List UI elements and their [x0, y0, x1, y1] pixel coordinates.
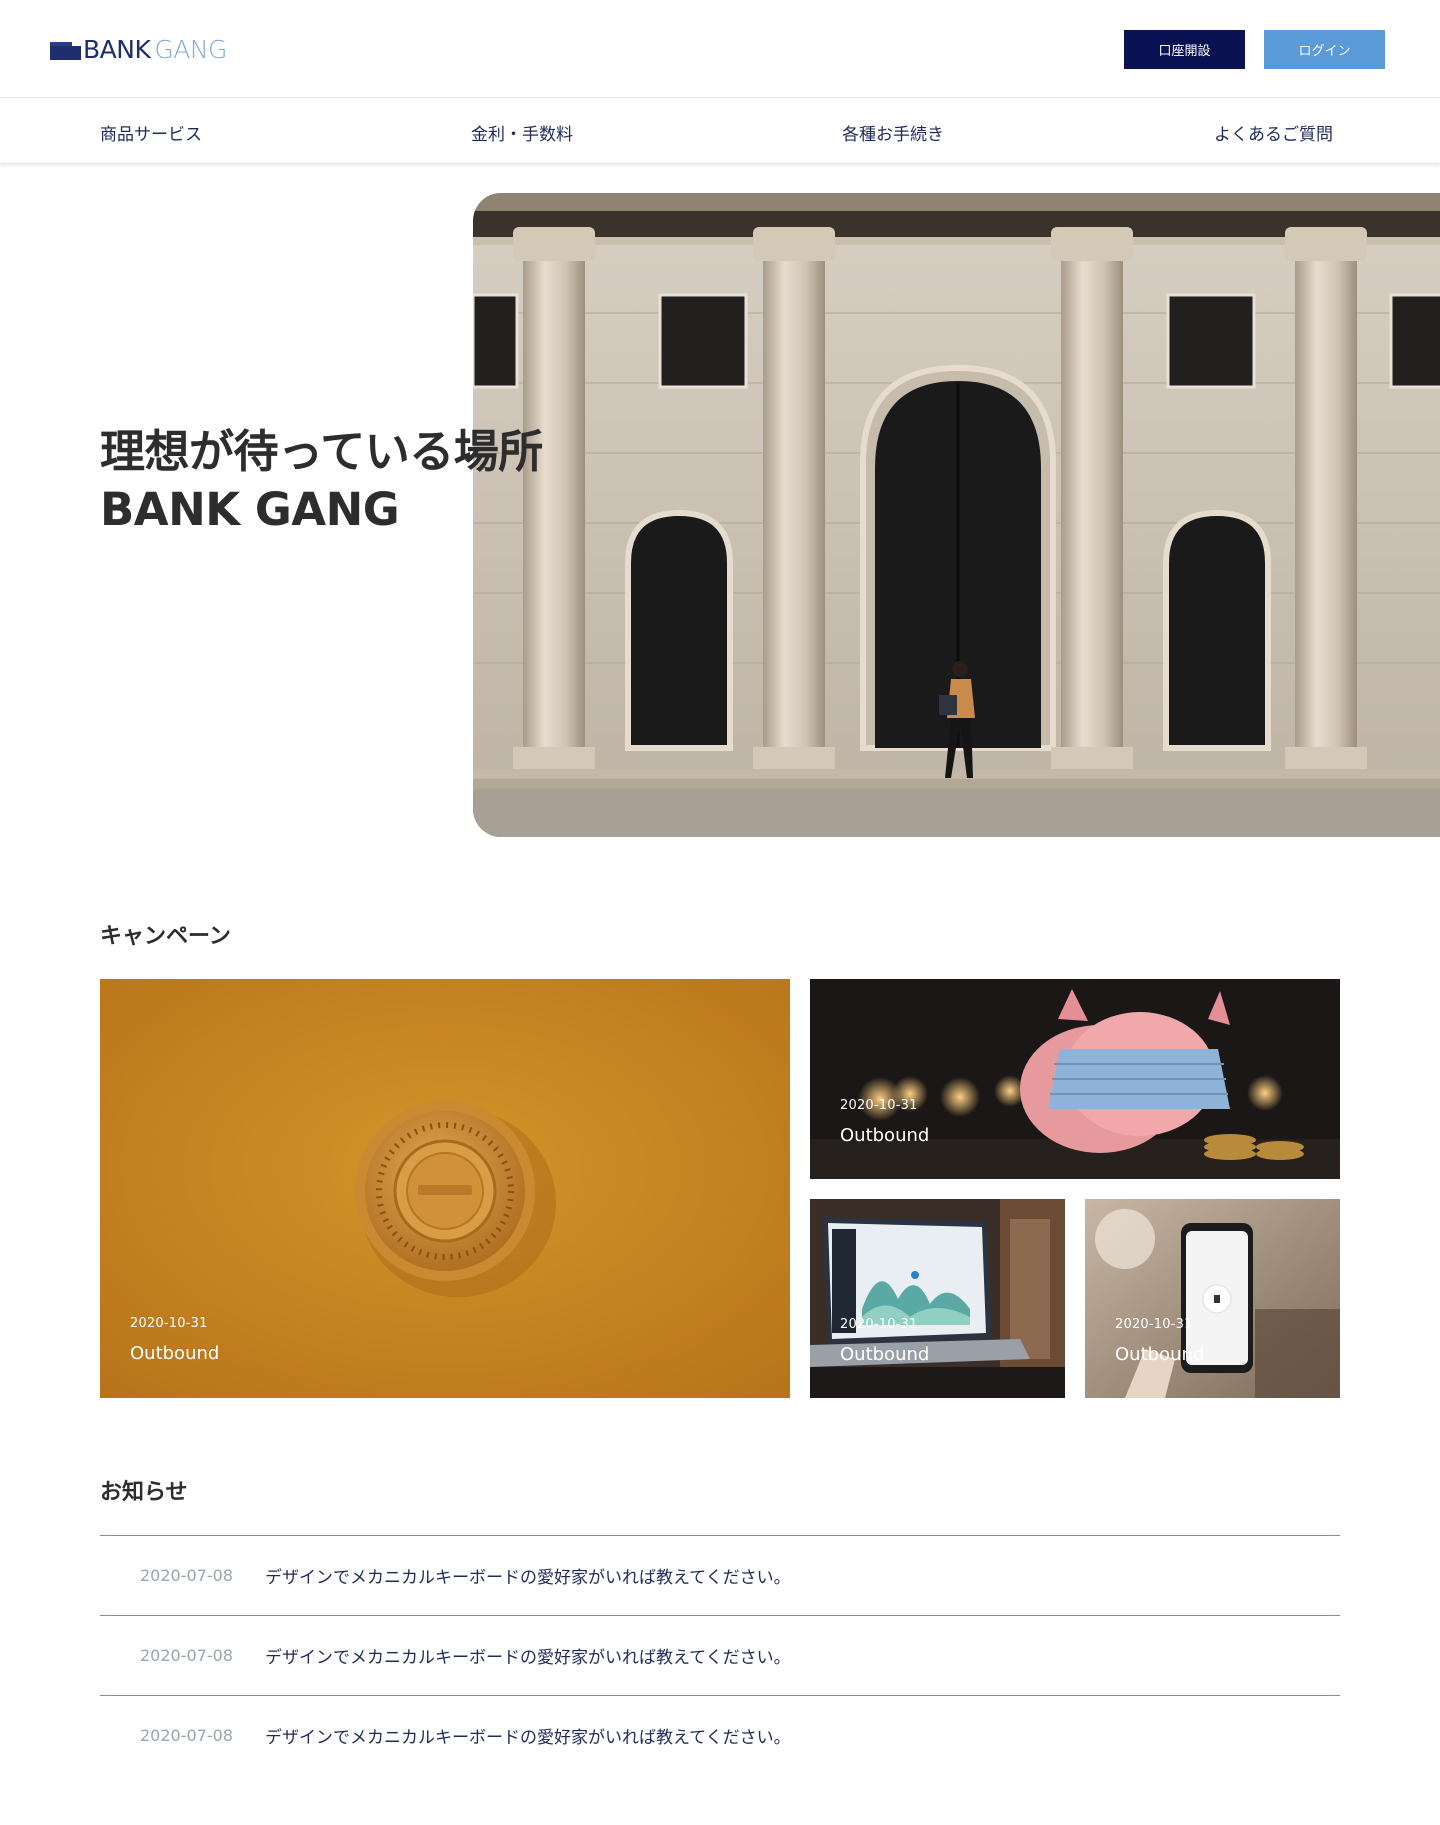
- news-item[interactable]: 2020-07-08 デザインでメカニカルキーボードの愛好家がいれば教えてくださ…: [100, 1695, 1340, 1775]
- news-text: デザインでメカニカルキーボードの愛好家がいれば教えてください。: [265, 1568, 791, 1588]
- campaign-card-title: Outbound: [840, 1125, 930, 1146]
- logo-mark-icon: [50, 40, 81, 60]
- campaign-card-title: Outbound: [840, 1344, 930, 1365]
- safe-dial-image: [100, 979, 790, 1398]
- hero-image: [473, 193, 1440, 837]
- logo[interactable]: BANK GANG: [50, 37, 227, 63]
- campaign-card-date: 2020-10-31: [1115, 1317, 1193, 1332]
- news-date: 2020-07-08: [140, 1646, 233, 1665]
- site-header: BANK GANG 口座開設 ログイン: [0, 0, 1440, 98]
- campaign-card-title: Outbound: [130, 1343, 220, 1364]
- main-nav: 商品サービス 金利・手数料 各種お手続き よくあるご質問: [0, 98, 1440, 164]
- hero-title: 理想が待っている場所 BANK GANG: [100, 423, 543, 539]
- campaign-card-1[interactable]: 2020-10-31 Outbound: [100, 979, 790, 1398]
- hero-title-line1: 理想が待っている場所: [100, 425, 543, 478]
- hero-title-line2: BANK GANG: [100, 483, 400, 536]
- campaign-card-2[interactable]: 2020-10-31 Outbound: [810, 979, 1340, 1179]
- piggy-bank-image: [810, 979, 1340, 1179]
- nav-item-services[interactable]: 商品サービス: [100, 120, 202, 145]
- open-account-button[interactable]: 口座開設: [1124, 30, 1245, 69]
- news-date: 2020-07-08: [140, 1566, 233, 1585]
- news-section-title: お知らせ: [100, 1480, 188, 1505]
- campaign-section-title: キャンペーン: [100, 924, 231, 949]
- login-button[interactable]: ログイン: [1264, 30, 1385, 69]
- news-item[interactable]: 2020-07-08 デザインでメカニカルキーボードの愛好家がいれば教えてくださ…: [100, 1535, 1340, 1615]
- smartphone-image: [1085, 1199, 1340, 1398]
- news-list: 2020-07-08 デザインでメカニカルキーボードの愛好家がいれば教えてくださ…: [100, 1535, 1340, 1775]
- nav-item-faq[interactable]: よくあるご質問: [1214, 120, 1333, 145]
- logo-text-gang: GANG: [154, 35, 227, 64]
- campaign-card-date: 2020-10-31: [130, 1316, 208, 1331]
- campaign-card-4[interactable]: 2020-10-31 Outbound: [1085, 1199, 1340, 1398]
- news-item[interactable]: 2020-07-08 デザインでメカニカルキーボードの愛好家がいれば教えてくださ…: [100, 1615, 1340, 1695]
- news-text: デザインでメカニカルキーボードの愛好家がいれば教えてください。: [265, 1648, 791, 1668]
- campaign-card-title: Outbound: [1115, 1344, 1205, 1365]
- news-text: デザインでメカニカルキーボードの愛好家がいれば教えてください。: [265, 1728, 791, 1748]
- campaign-card-3[interactable]: 2020-10-31 Outbound: [810, 1199, 1065, 1398]
- campaign-card-date: 2020-10-31: [840, 1098, 918, 1113]
- logo-text-bank: BANK: [83, 35, 151, 64]
- campaign-card-date: 2020-10-31: [840, 1317, 918, 1332]
- nav-item-rates-fees[interactable]: 金利・手数料: [471, 120, 573, 145]
- laptop-dashboard-image: [810, 1199, 1065, 1398]
- nav-item-procedures[interactable]: 各種お手続き: [842, 120, 944, 145]
- news-date: 2020-07-08: [140, 1726, 233, 1745]
